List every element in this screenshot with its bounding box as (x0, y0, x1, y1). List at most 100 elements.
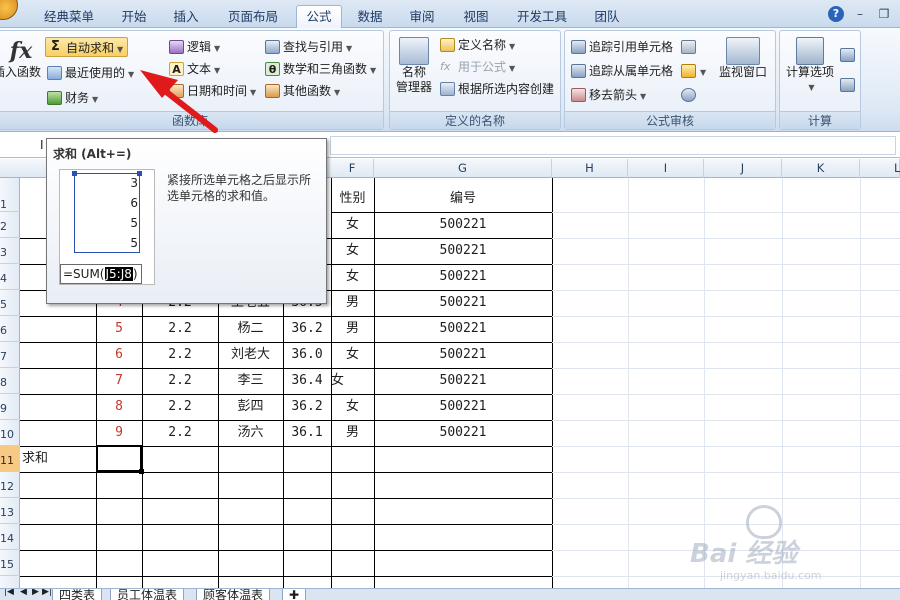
cell-number[interactable]: 7 (96, 368, 142, 394)
evaluate-formula-button[interactable] (679, 85, 697, 105)
insert-sheet-icon[interactable]: ✚ (282, 589, 306, 600)
cell-value[interactable]: 2.2 (142, 394, 218, 420)
row-header[interactable]: 5 (0, 290, 20, 316)
cell-temperature[interactable]: 36.4 (283, 368, 331, 394)
cell-gender[interactable]: 女 (331, 342, 374, 368)
cell-gender[interactable]: 女 (331, 238, 374, 264)
column-header-i[interactable]: I (628, 159, 704, 178)
tab-page-layout[interactable]: 页面布局 (216, 5, 290, 28)
cell-value[interactable]: 2.2 (142, 316, 218, 342)
cell-name[interactable]: 彭四 (218, 394, 283, 420)
restore-icon[interactable]: ❐ (876, 6, 892, 22)
cell-gender[interactable]: 女 (331, 394, 374, 420)
row-header[interactable]: 13 (0, 498, 20, 524)
lookup-reference-button[interactable]: 查找与引用 ▼ (263, 37, 352, 57)
insert-function-button[interactable]: fx 插入函数 (0, 37, 41, 80)
cell-name[interactable]: 李三 (218, 368, 283, 394)
cell-name[interactable]: 刘老大 (218, 342, 283, 368)
cell-temperature[interactable]: 36.2 (283, 394, 331, 420)
recently-used-button[interactable]: 最近使用的 ▼ (45, 63, 134, 83)
cell-gender[interactable]: 女 (331, 368, 374, 394)
cell-number[interactable]: 6 (96, 342, 142, 368)
define-name-button[interactable]: 定义名称 ▼ (438, 35, 515, 55)
cell-id[interactable]: 500221 (374, 264, 552, 290)
watch-window-button[interactable]: 监视窗口 (717, 37, 769, 80)
autosum-button[interactable]: Σ 自动求和 ▼ (45, 37, 129, 57)
more-functions-button[interactable]: 其他函数 ▼ (263, 81, 340, 101)
row-header[interactable]: 1 (0, 178, 20, 212)
tab-insert[interactable]: 插入 (162, 5, 210, 28)
tab-formulas[interactable]: 公式 (296, 5, 342, 30)
row-header[interactable]: 10 (0, 420, 20, 446)
row-header[interactable]: 3 (0, 238, 20, 264)
logical-button[interactable]: 逻辑 ▼ (167, 37, 220, 57)
row-header[interactable]: 14 (0, 524, 20, 550)
row-header[interactable]: 11 (0, 446, 20, 472)
row-header[interactable]: 6 (0, 316, 20, 342)
minimize-icon[interactable]: – (852, 6, 868, 22)
cell-id[interactable]: 500221 (374, 420, 552, 446)
help-icon[interactable]: ? (828, 6, 844, 22)
row-header[interactable]: 15 (0, 550, 20, 576)
column-header-g[interactable]: G (374, 159, 552, 178)
trace-dependents-button[interactable]: 追踪从属单元格 (569, 61, 673, 81)
row-header[interactable]: 12 (0, 472, 20, 498)
tab-data[interactable]: 数据 (346, 5, 394, 28)
create-from-selection-button[interactable]: 根据所选内容创建 (438, 79, 554, 99)
column-header-f[interactable]: F (331, 159, 374, 178)
cell-id[interactable]: 500221 (374, 342, 552, 368)
tab-developer[interactable]: 开发工具 (506, 5, 578, 28)
financial-button[interactable]: 财务 ▼ (45, 88, 98, 108)
text-button[interactable]: A 文本 ▼ (167, 59, 220, 79)
row-header[interactable]: 8 (0, 368, 20, 394)
cell-gender[interactable]: 男 (331, 420, 374, 446)
trace-precedents-button[interactable]: 追踪引用单元格 (569, 37, 673, 57)
row-header[interactable]: 4 (0, 264, 20, 290)
fill-handle[interactable] (139, 469, 144, 474)
cell-id[interactable]: 500221 (374, 290, 552, 316)
tab-classic-menu[interactable]: 经典菜单 (32, 5, 106, 28)
cell-sum-label[interactable]: 求和 (22, 446, 96, 472)
cell-id[interactable]: 500221 (374, 368, 552, 394)
column-header-k[interactable]: K (782, 159, 860, 178)
row-header[interactable]: 7 (0, 342, 20, 368)
cell-temperature[interactable]: 36.2 (283, 316, 331, 342)
cell-gender[interactable]: 女 (331, 212, 374, 238)
sheet-nav-first-icon[interactable]: |◀ (4, 589, 14, 597)
cell-name[interactable]: 汤六 (218, 420, 283, 446)
sheet-nav-prev-icon[interactable]: ◀ (20, 589, 27, 597)
calculate-now-button[interactable] (838, 45, 856, 65)
row-header[interactable]: 2 (0, 212, 20, 238)
tab-review[interactable]: 审阅 (398, 5, 446, 28)
remove-arrows-button[interactable]: 移去箭头 ▼ (569, 85, 646, 105)
cell-number[interactable]: 5 (96, 316, 142, 342)
sheet-tab-1[interactable]: 四类表 (52, 589, 103, 600)
cell-number[interactable]: 9 (96, 420, 142, 446)
row-header[interactable]: 9 (0, 394, 20, 420)
date-time-button[interactable]: 日期和时间 ▼ (167, 81, 256, 101)
cell-gender[interactable]: 男 (331, 290, 374, 316)
cell-id[interactable]: 500221 (374, 316, 552, 342)
calculation-options-button[interactable]: 计算选项 ▼ (782, 37, 838, 95)
tab-view[interactable]: 视图 (452, 5, 500, 28)
column-header-h[interactable]: H (552, 159, 628, 178)
cell-id[interactable]: 500221 (374, 394, 552, 420)
cell-value[interactable]: 2.2 (142, 368, 218, 394)
cell-id[interactable]: 500221 (374, 238, 552, 264)
column-header-j[interactable]: J (704, 159, 782, 178)
cell-temperature[interactable]: 36.1 (283, 420, 331, 446)
column-header-l[interactable]: L (860, 159, 900, 178)
error-checking-button[interactable]: ▼ (679, 61, 706, 81)
cell-gender[interactable]: 女 (331, 264, 374, 290)
cell-id[interactable]: 500221 (374, 212, 552, 238)
header-cell-gender[interactable]: 性别 (331, 186, 374, 212)
name-manager-button[interactable]: 名称 管理器 (394, 37, 434, 95)
cell-number[interactable]: 8 (96, 394, 142, 420)
sheet-nav-last-icon[interactable]: ▶| (42, 589, 52, 597)
sheet-tab-3[interactable]: 顾客体温表 (196, 589, 271, 600)
tab-team[interactable]: 团队 (584, 5, 630, 28)
show-formulas-button[interactable] (679, 37, 697, 57)
cell-gender[interactable]: 男 (331, 316, 374, 342)
use-in-formula-button[interactable]: fx 用于公式 ▼ (438, 57, 515, 77)
calculate-sheet-button[interactable] (838, 75, 856, 95)
